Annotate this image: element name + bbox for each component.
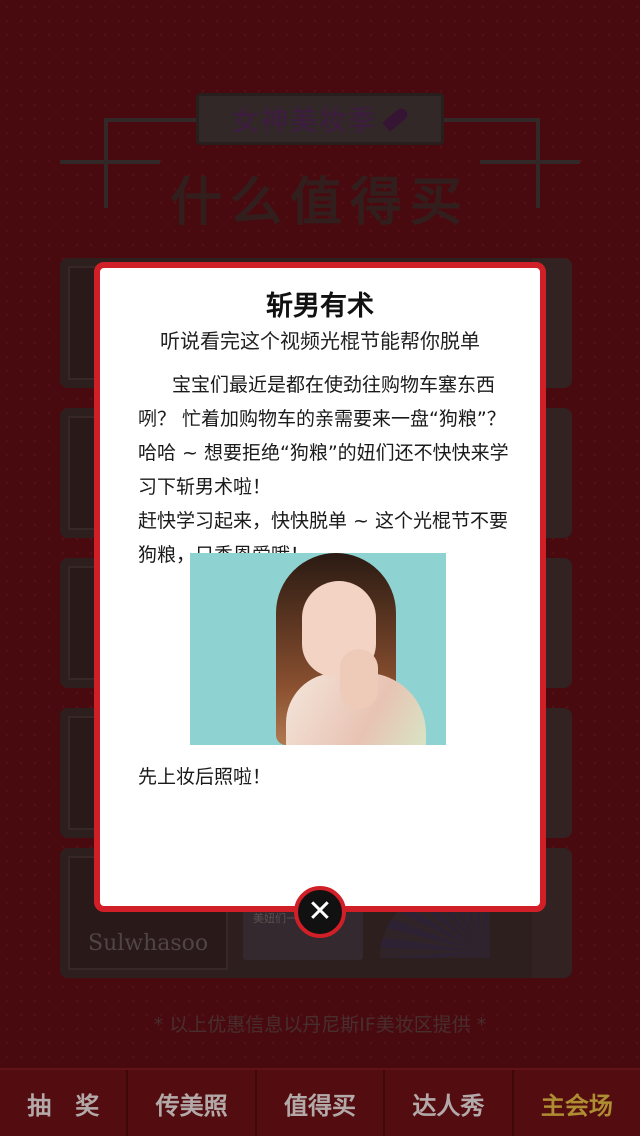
modal-title: 斩男有术	[266, 291, 374, 322]
close-icon: ✕	[307, 894, 333, 929]
modal-body: 宝宝们最近是都在使劲往购物车塞东西咧？ 忙着加购物车的亲需要来一盘“狗粮”？ 哈…	[138, 368, 516, 572]
modal-subtitle: 听说看完这个视频光棍节能帮你脱单	[160, 329, 480, 353]
article-modal: 斩男有术 听说看完这个视频光棍节能帮你脱单 宝宝们最近是都在使劲往购物车塞东西咧…	[94, 262, 546, 912]
modal-paragraph: 宝宝们最近是都在使劲往购物车塞东西咧？ 忙着加购物车的亲需要来一盘“狗粮”？ 哈…	[138, 374, 509, 498]
close-button[interactable]: ✕	[294, 886, 346, 938]
portrait-photo	[190, 553, 446, 745]
modal-caption: 先上妆后照啦！	[138, 766, 272, 788]
